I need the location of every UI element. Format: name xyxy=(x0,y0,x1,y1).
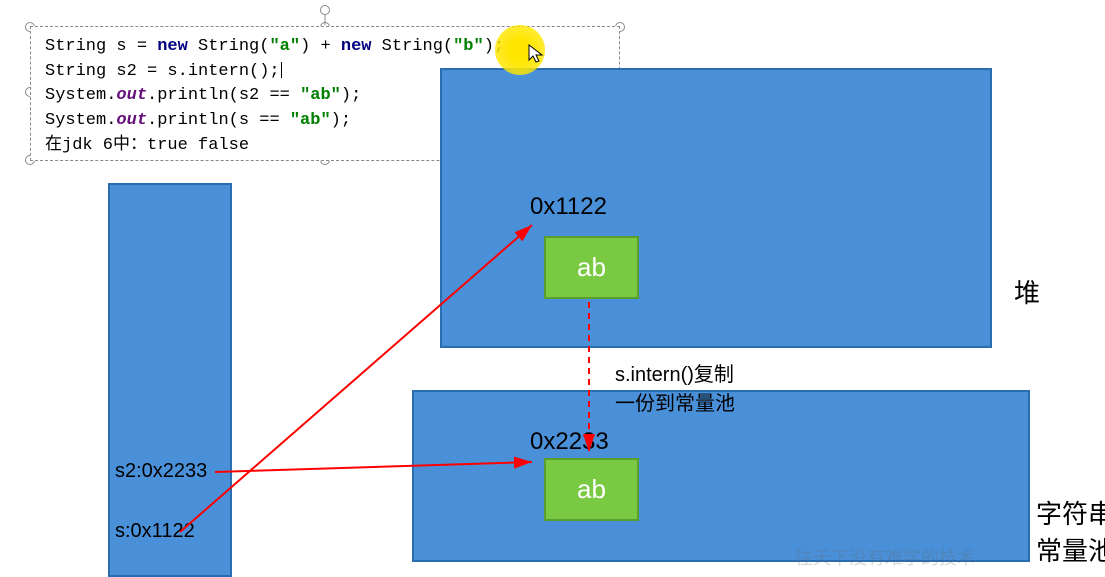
rotate-handle xyxy=(320,5,330,15)
pool-object-cell: ab xyxy=(544,458,639,521)
stack-var-s2: s2:0x2233 xyxy=(115,460,207,483)
stack-var-s: s:0x1122 xyxy=(115,520,195,543)
pool-address-label: 0x2233 xyxy=(530,428,609,456)
heap-address-label: 0x1122 xyxy=(530,193,607,221)
heap-object-cell: ab xyxy=(544,236,639,299)
stack-region xyxy=(108,183,232,577)
heap-region xyxy=(440,68,992,348)
heap-label: 堆 xyxy=(1014,273,1040,310)
watermark-text: 往天下没有难学的技术 xyxy=(795,544,975,570)
intern-note: s.intern()复制 一份到常量池 xyxy=(615,358,735,416)
pool-label: 字符串常量池 xyxy=(1036,494,1105,568)
mouse-cursor-icon xyxy=(528,44,548,64)
